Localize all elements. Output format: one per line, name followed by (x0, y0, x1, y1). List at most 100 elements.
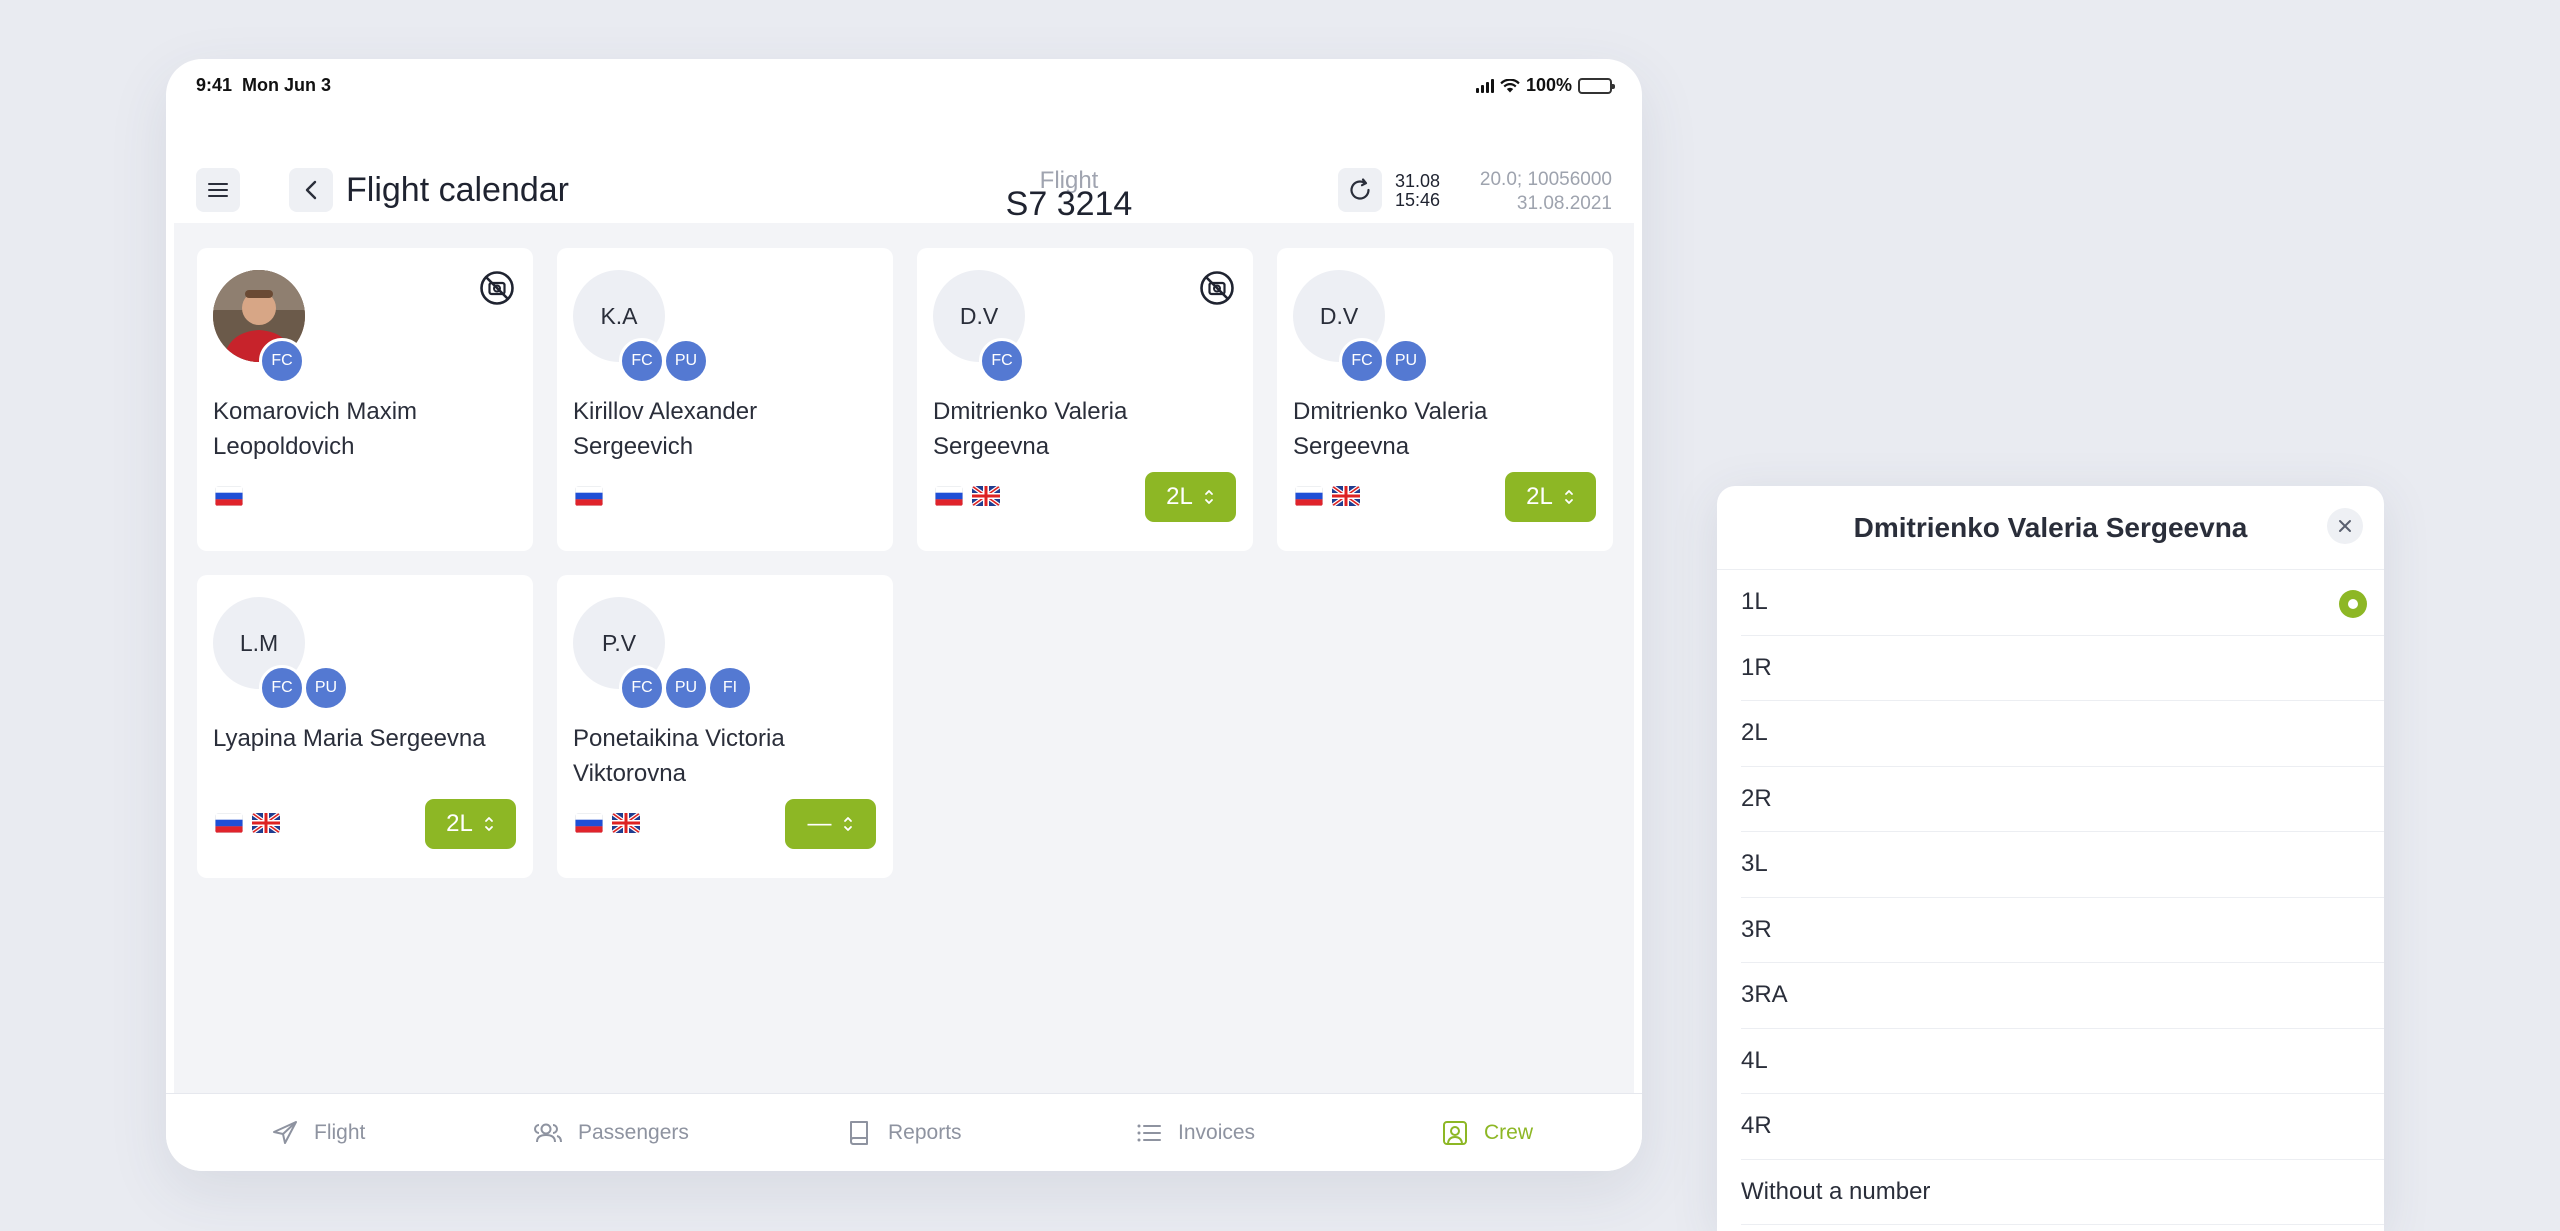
crew-card[interactable]: L.M FC PU Lyapina Maria Sergeevna 2L (197, 575, 533, 878)
role-badges: FC PU (619, 338, 709, 384)
tab-passengers[interactable]: Passengers (534, 1118, 689, 1148)
language-flags (575, 813, 640, 833)
uk-flag-icon (612, 813, 640, 833)
seat-selector-button[interactable]: 2L (425, 799, 516, 849)
language-flags (215, 486, 243, 506)
role-badge: PU (663, 338, 709, 384)
seat-option[interactable]: 1R (1741, 636, 2384, 701)
page-title: Flight calendar (346, 171, 570, 209)
back-button[interactable] (289, 168, 333, 212)
crew-grid: FC Komarovich Maxim Leopoldovich K.A FC … (174, 223, 1634, 1153)
seat-option[interactable]: 4R (1741, 1094, 2384, 1160)
tab-reports[interactable]: Reports (844, 1118, 962, 1148)
uk-flag-icon (1332, 486, 1360, 506)
seat-option[interactable]: 3RA (1741, 963, 2384, 1029)
seat-option[interactable]: 4L (1741, 1029, 2384, 1094)
tab-label: Flight (314, 1121, 366, 1144)
option-label: 3L (1741, 850, 1768, 878)
option-label: 3RA (1741, 981, 1788, 1009)
role-badge: FC (1339, 338, 1385, 384)
crew-card[interactable]: P.V FC PU FI Ponetaikina Victoria Viktor… (557, 575, 893, 878)
crew-card[interactable]: FC Komarovich Maxim Leopoldovich (197, 248, 533, 551)
crew-name: Lyapina Maria Sergeevna (213, 725, 486, 752)
refresh-button[interactable] (1338, 168, 1382, 212)
seat-value: 2L (1166, 483, 1193, 510)
seat-option[interactable]: 2R (1741, 767, 2384, 832)
crew-name: Dmitrienko Valeria Sergeevna (933, 398, 1128, 460)
role-badges: FC (979, 338, 1025, 384)
passengers-icon (534, 1123, 562, 1143)
role-badge: FC (259, 338, 305, 384)
crew-name: Kirillov Alexander Sergeevich (573, 398, 758, 460)
tab-flight[interactable]: Flight (270, 1118, 365, 1148)
seat-selector-button[interactable]: — (785, 799, 876, 849)
seat-option[interactable]: Without a number (1741, 1160, 2384, 1225)
language-flags (1295, 486, 1360, 506)
option-label: 2R (1741, 784, 1772, 812)
seat-selection-sheet: Dmitrienko Valeria Sergeevna 1L 1R 2L 2R… (1717, 486, 2384, 1231)
tab-invoices[interactable]: Invoices (1134, 1118, 1255, 1148)
uk-flag-icon (972, 486, 1000, 506)
chevron-left-icon (305, 180, 317, 200)
chevron-updown-icon (1204, 490, 1213, 504)
option-label: 4L (1741, 1046, 1768, 1074)
option-label: 3R (1741, 915, 1772, 943)
role-badge: FC (979, 338, 1025, 384)
crew-card[interactable]: D.V FC Dmitrienko Valeria Sergeevna 2L (917, 248, 1253, 551)
list-icon (1137, 1124, 1161, 1142)
role-badges: FC PU FI (619, 665, 753, 711)
menu-button[interactable] (196, 168, 240, 212)
language-flags (215, 813, 280, 833)
seat-value: 2L (446, 810, 473, 837)
last-sync: 31.08 15:46 (1395, 172, 1440, 210)
russia-flag-icon (215, 813, 243, 833)
chevron-updown-icon (484, 817, 493, 831)
flight-info-line1: 20.0; 10056000 (1479, 169, 1612, 190)
seat-selector-button[interactable]: 2L (1145, 472, 1236, 522)
language-flags (575, 486, 603, 506)
crew-name: Ponetaikina Victoria Viktorovna (573, 725, 785, 787)
seat-option[interactable]: 3R (1741, 898, 2384, 963)
tab-label: Passengers (578, 1121, 689, 1144)
role-badge: PU (1383, 338, 1429, 384)
role-badge: PU (303, 665, 349, 711)
crew-card[interactable]: K.A FC PU Kirillov Alexander Sergeevich (557, 248, 893, 551)
chevron-updown-icon (1564, 490, 1573, 504)
no-photo-icon[interactable] (479, 270, 515, 306)
seat-option[interactable]: 3L (1741, 832, 2384, 898)
hamburger-icon (208, 183, 228, 197)
option-label: 1R (1741, 653, 1772, 681)
russia-flag-icon (1295, 486, 1323, 506)
uk-flag-icon (252, 813, 280, 833)
role-badge: FC (619, 665, 665, 711)
crew-icon (1443, 1121, 1467, 1145)
seat-value: — (807, 810, 832, 837)
russia-flag-icon (575, 813, 603, 833)
role-badges: FC PU (1339, 338, 1429, 384)
tab-label: Reports (888, 1121, 962, 1144)
no-photo-icon[interactable] (1199, 270, 1235, 306)
tab-label: Crew (1484, 1121, 1534, 1144)
book-icon (850, 1121, 868, 1145)
bottom-tab-bar: Flight Passengers Reports Invoices Crew (166, 1093, 1642, 1171)
app-header: Flight calendar Flight S7 3214 31.08 15:… (166, 59, 1642, 223)
russia-flag-icon (935, 486, 963, 506)
tab-label: Invoices (1178, 1121, 1256, 1144)
role-badge: PU (663, 665, 709, 711)
language-flags (935, 486, 1000, 506)
seat-option[interactable]: 2L (1741, 701, 2384, 767)
seat-selector-button[interactable]: 2L (1505, 472, 1596, 522)
seat-option[interactable]: 1L (1741, 570, 2384, 636)
flight-info: 20.0; 10056000 31.08.2021 (1480, 168, 1612, 216)
close-button[interactable] (2327, 508, 2363, 544)
option-label: 4R (1741, 1112, 1772, 1140)
option-label: 1L (1741, 588, 1768, 616)
russia-flag-icon (215, 486, 243, 506)
role-badges: FC (259, 338, 305, 384)
tab-crew[interactable]: Crew (1440, 1118, 1533, 1148)
flight-number: S7 3214 (1005, 185, 1133, 223)
plane-icon (273, 1121, 297, 1144)
chevron-updown-icon (843, 817, 852, 831)
radio-selected-icon (2339, 590, 2367, 618)
crew-card[interactable]: D.V FC PU Dmitrienko Valeria Sergeevna 2… (1277, 248, 1613, 551)
